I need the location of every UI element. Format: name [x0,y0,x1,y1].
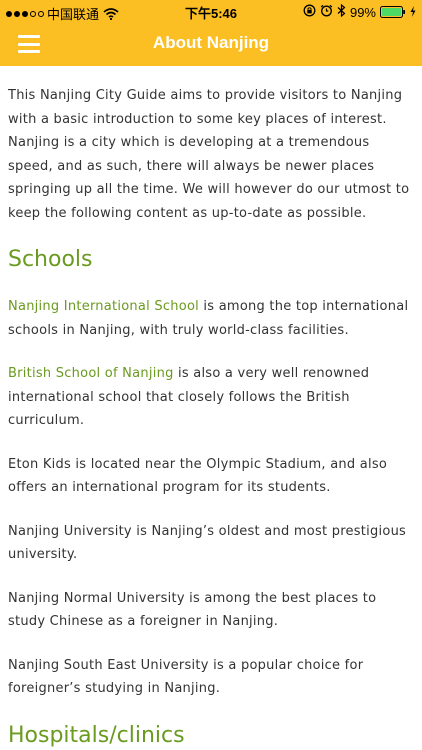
school-paragraph-nanjing-university: Nanjing University is Nanjing’s oldest a… [8,523,407,563]
charging-icon [410,5,416,20]
alarm-icon [320,4,333,20]
battery-percentage: 99% [349,4,376,20]
intro-paragraph: This Nanjing City Guide aims to provide … [8,88,410,221]
app-header: 中国联通 下午5:46 99% About Nanjing [0,0,422,66]
orientation-lock-icon [303,4,316,20]
school-paragraph-eton-kids: Eton Kids is located near the Olympic St… [8,456,388,496]
article-content: This Nanjing City Guide aims to provide … [8,84,410,750]
bluetooth-icon [337,3,346,20]
school-paragraph-south-east-university: Nanjing South East University is a popul… [8,657,364,697]
british-school-of-nanjing-link[interactable]: British School of Nanjing [8,366,174,381]
school-paragraph-nanjing-normal-university: Nanjing Normal University is among the b… [8,590,377,630]
page-title: About Nanjing [152,33,270,52]
school-paragraph-bsn: British School of Nanjing is also a very… [8,362,410,433]
school-paragraph-nis: Nanjing International School is among th… [8,295,410,342]
status-right: 99% [303,3,416,20]
status-bar: 中国联通 下午5:46 99% [0,0,422,22]
nanjing-international-school-link[interactable]: Nanjing International School [8,299,199,314]
navbar: About Nanjing [0,22,422,66]
schools-heading: Schools [8,247,93,272]
battery-icon [380,6,406,18]
hospitals-heading: Hospitals/clinics [8,722,185,748]
